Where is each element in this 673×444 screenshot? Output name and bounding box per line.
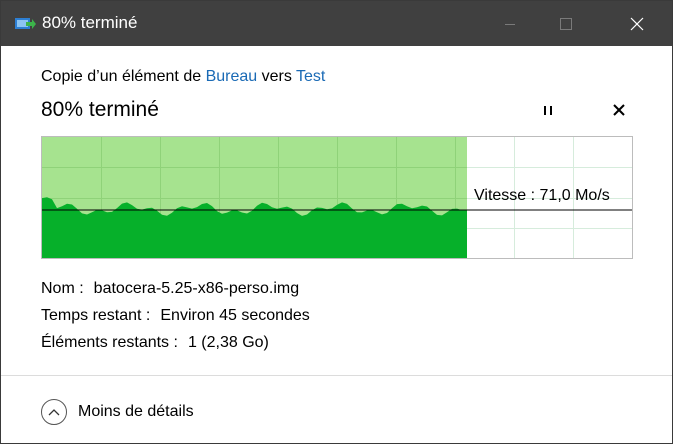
copy-connector: vers (261, 68, 292, 85)
title-bar[interactable]: 80% terminé (1, 1, 672, 46)
name-value: batocera-5.25-x86-perso.img (93, 280, 300, 297)
speed-label: Vitesse : 71,0 Mo/s (474, 187, 610, 204)
copy-prefix: Copie d’un élément de (41, 68, 202, 85)
source-link[interactable]: Bureau (206, 68, 258, 85)
destination-link[interactable]: Test (296, 68, 325, 85)
copy-transfer-icon (14, 15, 36, 31)
cancel-button[interactable] (608, 99, 630, 121)
close-icon (630, 17, 643, 30)
minimize-button[interactable] (487, 1, 533, 46)
items-value: 1 (2,38 Go) (187, 334, 269, 351)
name-label: Nom : (41, 280, 84, 297)
chevron-up-icon (41, 399, 67, 425)
window-title: 80% terminé (42, 13, 138, 32)
close-button[interactable] (601, 1, 672, 46)
minimize-icon (505, 23, 515, 25)
progress-status: 80% terminé (41, 98, 159, 121)
time-value: Environ 45 secondes (160, 307, 310, 324)
info-time: Temps restant : Environ 45 secondes (41, 307, 310, 325)
time-label: Temps restant : (41, 307, 151, 324)
copy-progress-window: 80% terminé Copie d’un élément de Bureau… (0, 0, 673, 444)
less-details-label: Moins de détails (78, 403, 194, 420)
maximize-icon (560, 17, 572, 30)
info-name: Nom : batocera-5.25-x86-perso.img (41, 280, 299, 298)
pause-button[interactable] (537, 99, 559, 121)
footer-divider (1, 375, 672, 376)
cancel-icon (613, 104, 625, 116)
info-items: Éléments restants : 1 (2,38 Go) (41, 334, 269, 352)
less-details-button[interactable]: Moins de détails (41, 397, 194, 427)
copy-description: Copie d’un élément de Bureau vers Test (41, 68, 325, 86)
items-label: Éléments restants : (41, 334, 178, 351)
maximize-button[interactable] (543, 1, 589, 46)
pause-icon (544, 106, 552, 115)
